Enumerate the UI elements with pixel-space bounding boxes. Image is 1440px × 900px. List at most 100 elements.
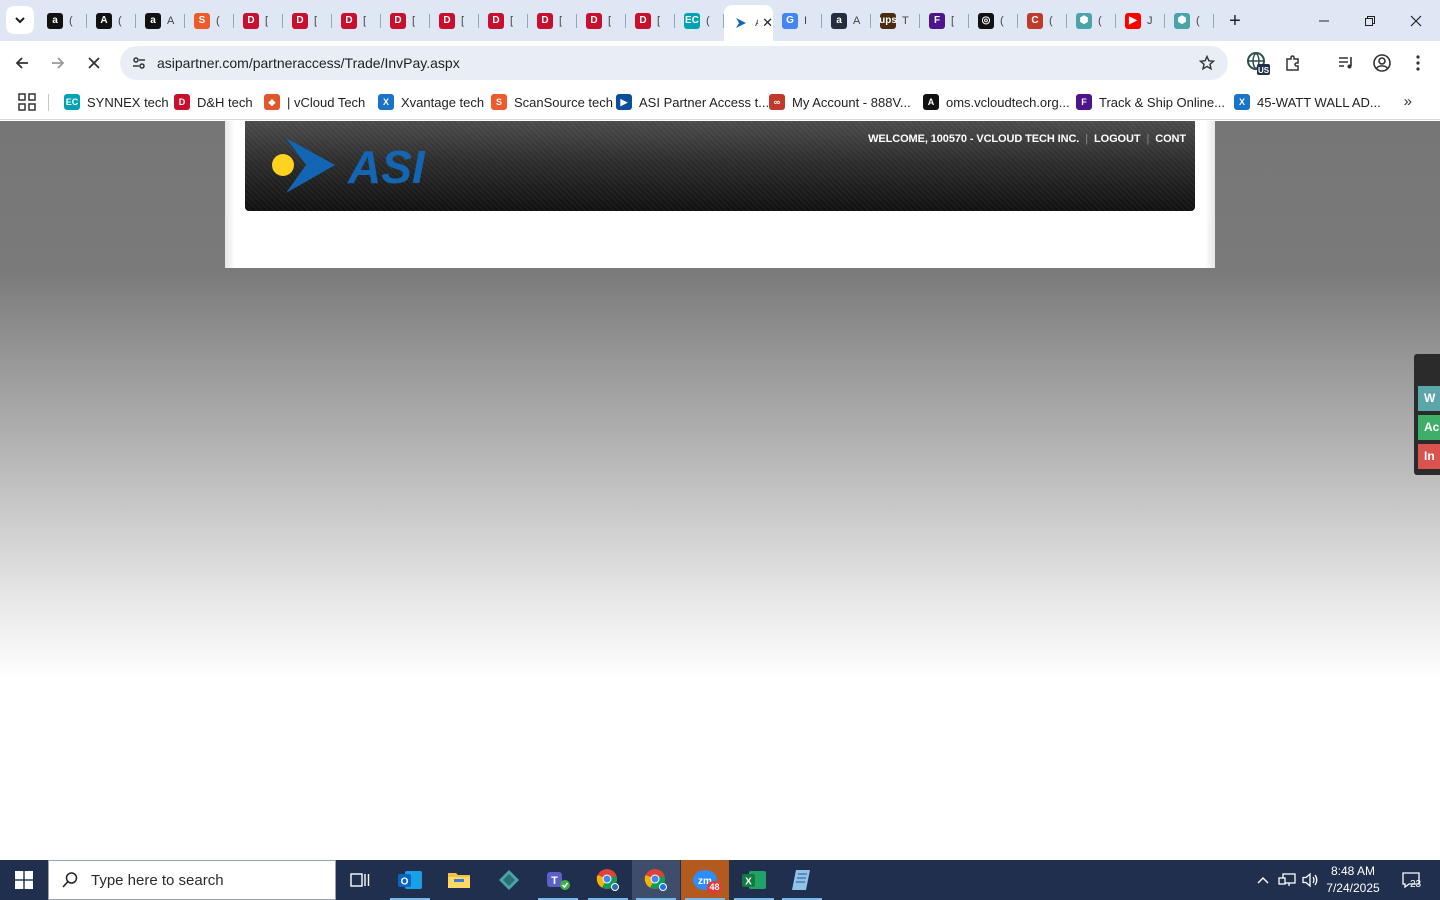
extensions-button[interactable] xyxy=(1280,50,1306,76)
forward-button[interactable] xyxy=(44,49,72,77)
stop-loading-button[interactable] xyxy=(80,49,108,77)
side-tab-w[interactable]: W xyxy=(1418,386,1440,411)
url-text[interactable]: asipartner.com/partneraccess/Trade/InvPa… xyxy=(157,55,460,71)
taskbar-teams[interactable]: T xyxy=(534,860,582,900)
tab-item[interactable]: S( xyxy=(185,5,234,36)
bookmark-label: 45-WATT WALL AD... xyxy=(1257,94,1381,110)
taskbar-chrome-2[interactable] xyxy=(632,860,680,900)
tab-title: I xyxy=(804,14,808,27)
tab-item[interactable]: A( xyxy=(87,5,136,36)
bookmark-label: ScanSource tech xyxy=(514,94,614,110)
address-bar[interactable]: asipartner.com/partneraccess/Trade/InvPa… xyxy=(120,46,1228,80)
taskbar-zoom[interactable]: zm 48 xyxy=(681,860,729,900)
bookmark-item[interactable]: ◆ | vCloud Tech xyxy=(264,91,365,113)
fedex-icon: F xyxy=(1076,94,1092,110)
bookmark-item[interactable]: EC SYNNEX tech xyxy=(64,91,169,113)
tab-item[interactable]: ⬢( xyxy=(1165,5,1214,36)
tab-title: [ xyxy=(559,14,563,27)
tab-item[interactable]: D[ xyxy=(234,5,283,36)
taskbar-notepad[interactable] xyxy=(778,860,826,900)
browser-menu-button[interactable] xyxy=(1405,50,1431,76)
close-tab-icon[interactable]: ✕ xyxy=(762,15,773,31)
volume-button[interactable] xyxy=(1299,860,1321,900)
tab-item[interactable]: ⬢( xyxy=(1067,5,1116,36)
media-control-button[interactable] xyxy=(1333,50,1359,76)
start-button[interactable] xyxy=(0,860,48,900)
fedex-icon: F xyxy=(929,12,945,29)
close-window-button[interactable] xyxy=(1393,0,1439,41)
taskbar-outlook[interactable]: O xyxy=(386,860,434,900)
tab-item[interactable]: aA xyxy=(136,5,185,36)
tab-item[interactable]: C( xyxy=(1018,5,1067,36)
taskbar-excel[interactable]: X xyxy=(730,860,778,900)
bookmark-item[interactable]: ▶ ASI Partner Access t... xyxy=(616,91,769,113)
tab-item[interactable]: aA xyxy=(822,5,871,36)
bookmark-star-button[interactable] xyxy=(1196,52,1218,74)
site-info-button[interactable] xyxy=(128,52,150,74)
minimize-button[interactable] xyxy=(1301,0,1347,41)
back-button[interactable] xyxy=(8,49,36,77)
taskbar-chrome-1[interactable] xyxy=(584,860,632,900)
google-icon: G xyxy=(782,12,798,29)
tab-item[interactable]: D[ xyxy=(332,5,381,36)
side-tab-in[interactable]: In xyxy=(1418,444,1440,469)
tab-item[interactable]: ◎( xyxy=(969,5,1018,36)
dh-icon: D xyxy=(537,12,553,29)
show-hidden-icons-button[interactable] xyxy=(1252,860,1274,900)
restore-button[interactable] xyxy=(1347,0,1393,41)
dh-icon: D xyxy=(390,12,406,29)
asi-icon: ▶ xyxy=(616,94,632,110)
tab-item[interactable]: GI xyxy=(773,5,822,36)
apps-grid-icon[interactable] xyxy=(17,92,37,112)
taskbar-search-placeholder: Type here to search xyxy=(91,871,224,889)
asi-logo[interactable]: ASI xyxy=(270,135,465,197)
tab-item[interactable]: ▶ J xyxy=(1116,5,1165,36)
bookmark-label: ASI Partner Access t... xyxy=(639,94,770,110)
profile-icon xyxy=(1373,54,1391,72)
bookmark-label: D&H tech xyxy=(197,94,253,110)
contact-link[interactable]: CONT xyxy=(1155,133,1186,145)
tab-item[interactable]: D[ xyxy=(626,5,675,36)
logout-link[interactable]: LOGOUT xyxy=(1094,133,1141,145)
tab-item[interactable]: a( xyxy=(38,5,87,36)
bookmark-item[interactable]: X Xvantage tech xyxy=(378,91,484,113)
taskbar-search-box[interactable]: Type here to search xyxy=(48,860,336,900)
tab-item[interactable]: D[ xyxy=(528,5,577,36)
tab-item[interactable]: D[ xyxy=(479,5,528,36)
taskbar-file-explorer[interactable] xyxy=(435,860,483,900)
more-bookmarks-icon[interactable]: » xyxy=(1404,93,1412,110)
task-view-button[interactable] xyxy=(336,860,384,900)
bookmark-item[interactable]: X 45-WATT WALL AD... xyxy=(1234,91,1381,113)
side-tab-ac[interactable]: Ac xyxy=(1418,415,1440,440)
tab-item[interactable]: D[ xyxy=(430,5,479,36)
tab-item[interactable]: ups T xyxy=(871,5,920,36)
bookmark-item[interactable]: F Track & Ship Online... xyxy=(1076,91,1225,113)
bookmark-label: SYNNEX tech xyxy=(87,94,169,110)
new-tab-button[interactable]: + xyxy=(1222,8,1248,34)
profile-button[interactable] xyxy=(1369,50,1395,76)
tab-item[interactable]: F[ xyxy=(920,5,969,36)
tab-item[interactable]: EC ( xyxy=(675,5,724,36)
bookmark-label: Xvantage tech xyxy=(401,94,485,110)
tab-item[interactable]: D[ xyxy=(283,5,332,36)
side-tabs-panel: W Ac In xyxy=(1414,354,1440,475)
youtube-icon: ▶ xyxy=(1125,12,1141,29)
network-button[interactable] xyxy=(1276,860,1298,900)
tab-item[interactable]: D[ xyxy=(381,5,430,36)
taskbar-clock[interactable]: 8:48 AM 7/24/2025 xyxy=(1322,863,1384,897)
windows-logo-icon xyxy=(15,871,33,889)
puzzle-icon xyxy=(1286,55,1299,71)
vcloud-icon: ◆ xyxy=(264,94,280,110)
bookmark-item[interactable]: S ScanSource tech xyxy=(491,91,613,113)
tab-item[interactable]: D[ xyxy=(577,5,626,36)
bookmark-item[interactable]: Aoms.vcloudtech.org... xyxy=(923,91,1070,113)
ec-icon: EC xyxy=(684,12,700,29)
tab-search-button[interactable] xyxy=(6,6,34,34)
taskbar-app-diamond[interactable] xyxy=(485,860,533,900)
bookmark-item[interactable]: ∞ My Account - 888V... xyxy=(769,91,911,113)
tab-active[interactable]: A✕ xyxy=(724,5,773,41)
vpn-extension-button[interactable]: US xyxy=(1245,50,1271,76)
bookmark-item[interactable]: D D&H tech xyxy=(174,91,253,113)
link-divider: | xyxy=(1146,133,1150,145)
outlook-icon: O xyxy=(398,871,422,889)
